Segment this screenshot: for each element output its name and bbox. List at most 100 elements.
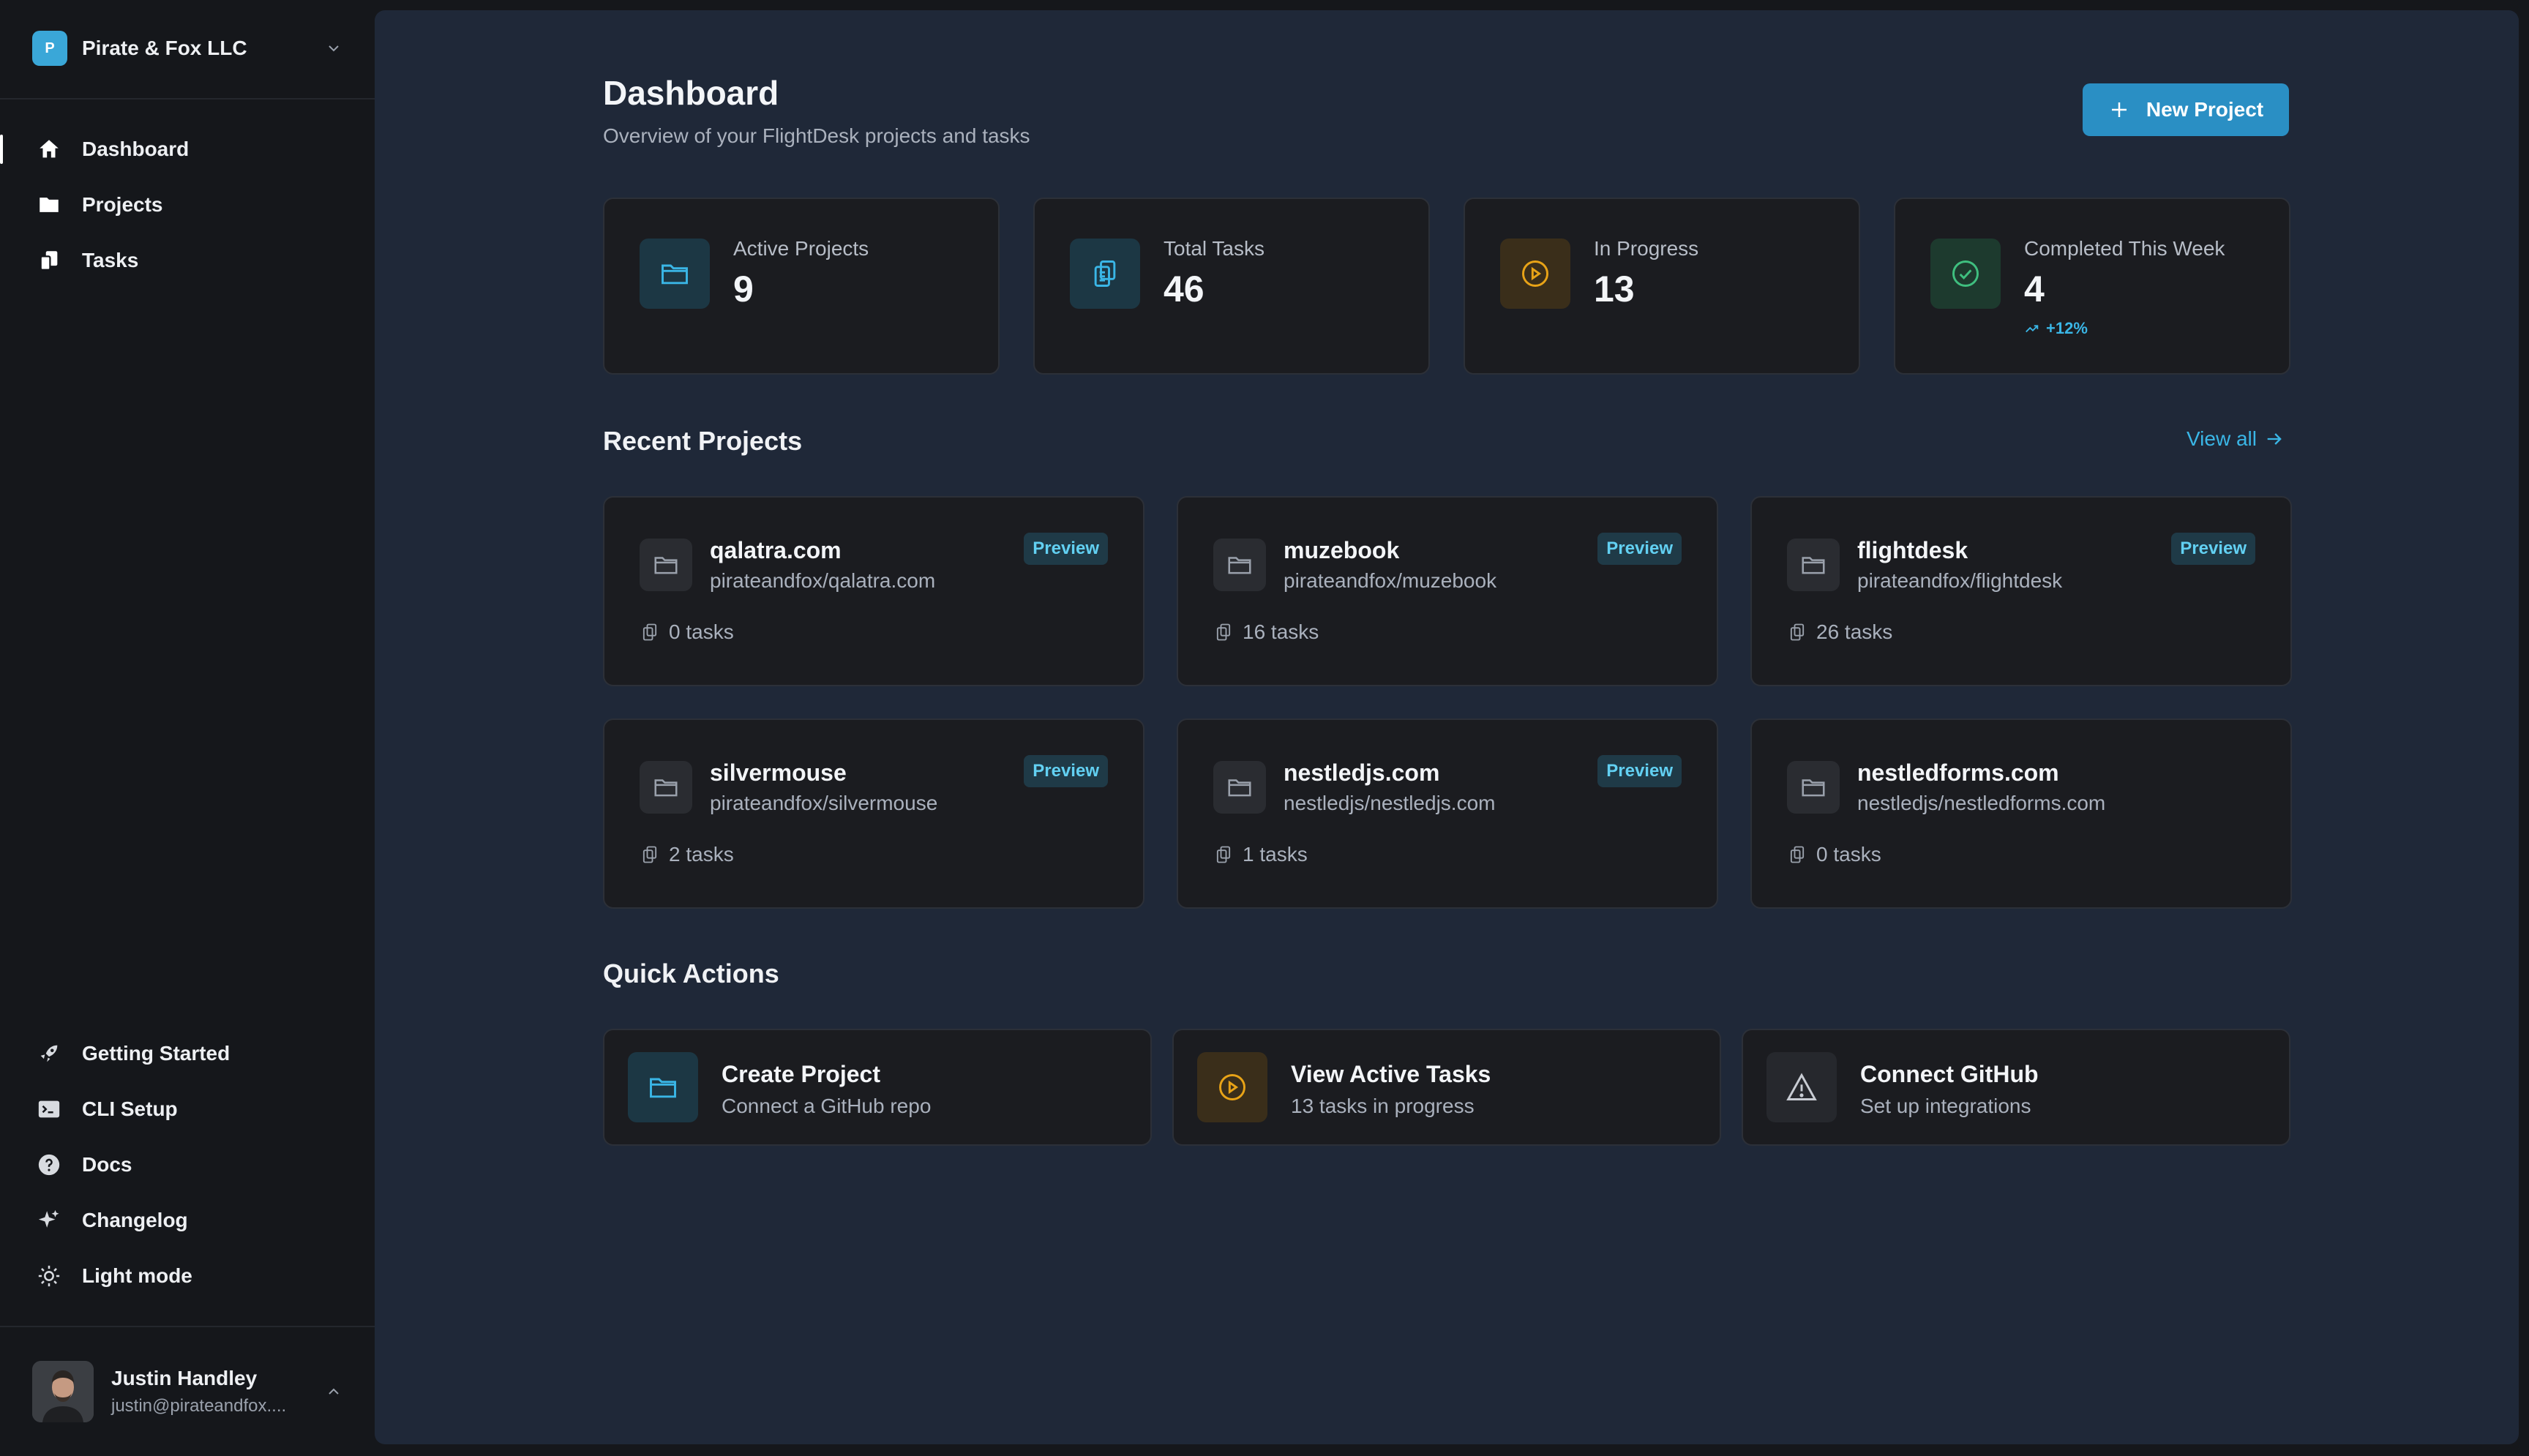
clipboard-icon [1216, 846, 1231, 863]
alert-triangle-icon [1766, 1052, 1837, 1122]
page-subtitle: Overview of your FlightDesk projects and… [603, 124, 1030, 147]
chevron-down-icon [329, 45, 339, 52]
recent-projects-title: Recent Projects [603, 426, 803, 456]
stat-card-total-tasks: Total Tasks 46 [1033, 198, 1430, 375]
stat-label: Active Projects [733, 237, 869, 260]
nav-item-light-mode[interactable]: Light mode [0, 1248, 375, 1304]
project-card-muzebook[interactable]: muzebook pirateandfox/muzebook Preview 1… [1177, 496, 1718, 686]
preview-badge: Preview [1024, 533, 1108, 565]
folder-icon [1213, 539, 1266, 591]
quick-action-title: View Active Tasks [1291, 1061, 1491, 1087]
quick-action-subtitle: 13 tasks in progress [1291, 1095, 1475, 1117]
sidebar-divider [0, 98, 375, 100]
nav-item-tasks[interactable]: Tasks [0, 233, 375, 288]
arrow-right-icon [2267, 433, 2282, 445]
nav-item-cli-setup[interactable]: CLI Setup [0, 1081, 375, 1137]
stat-card-in-progress: In Progress 13 [1464, 198, 1860, 375]
clipboard-icon [1070, 239, 1140, 309]
nav-item-changelog[interactable]: Changelog [0, 1193, 375, 1248]
project-name: flightdesk [1857, 537, 1968, 563]
play-circle-icon [1500, 239, 1570, 309]
user-email: justin@pirateandfox.... [111, 1396, 287, 1416]
secondary-nav: Getting Started CLI Setup Docs Changelog [0, 1026, 375, 1304]
quick-action-subtitle: Set up integrations [1860, 1095, 2031, 1117]
stat-card-completed-this-week: Completed This Week 4 +12% [1894, 198, 2290, 375]
check-circle-icon [1930, 239, 2001, 309]
nav-label: Getting Started [82, 1042, 231, 1065]
project-task-count: 2 tasks [640, 843, 734, 866]
tasks-icon [35, 247, 63, 274]
project-task-count: 0 tasks [1787, 843, 1881, 866]
stat-value: 13 [1594, 269, 1635, 309]
nav-item-getting-started[interactable]: Getting Started [0, 1026, 375, 1081]
user-menu[interactable]: Justin Handley justin@pirateandfox.... [32, 1359, 342, 1424]
project-repo: nestledjs/nestledforms.com [1857, 792, 2106, 814]
quick-action-create-project[interactable]: Create Project Connect a GitHub repo [603, 1029, 1152, 1146]
stat-trend-value: +12% [2046, 319, 2088, 337]
project-repo: pirateandfox/silvermouse [710, 792, 938, 814]
project-name: silvermouse [710, 759, 847, 786]
quick-action-subtitle: Connect a GitHub repo [722, 1095, 932, 1117]
new-project-label: New Project [2146, 98, 2264, 121]
app-window: P Pirate & Fox LLC Dashboard Projects Ta… [0, 0, 2529, 1456]
stat-card-active-projects: Active Projects 9 [603, 198, 1000, 375]
nav-label: Light mode [82, 1264, 192, 1287]
task-count-label: 0 tasks [669, 620, 734, 643]
trending-up-icon [2026, 325, 2039, 333]
org-name: Pirate & Fox LLC [82, 37, 247, 59]
project-repo: pirateandfox/flightdesk [1857, 569, 2063, 592]
folder-icon [35, 191, 63, 219]
terminal-icon [35, 1095, 63, 1123]
plus-icon [2111, 102, 2127, 117]
clipboard-icon [642, 623, 657, 641]
task-count-label: 26 tasks [1816, 620, 1893, 643]
stat-label: In Progress [1594, 237, 1699, 260]
stat-value: 4 [2024, 269, 2045, 309]
org-switcher[interactable]: P Pirate & Fox LLC [32, 31, 342, 66]
nav-label: Dashboard [82, 138, 190, 160]
quick-action-title: Connect GitHub [1860, 1061, 2039, 1087]
org-logo: P [32, 31, 67, 66]
project-card-qalatra[interactable]: qalatra.com pirateandfox/qalatra.com Pre… [603, 496, 1144, 686]
project-card-nestledforms[interactable]: nestledforms.com nestledjs/nestledforms.… [1750, 718, 2292, 909]
folder-icon [1787, 761, 1840, 814]
project-repo: pirateandfox/muzebook [1284, 569, 1497, 592]
sparkles-icon [35, 1207, 63, 1234]
clipboard-icon [1790, 846, 1805, 863]
view-all-link[interactable]: View all [2187, 427, 2285, 451]
chevron-up-icon [329, 1388, 339, 1395]
project-card-silvermouse[interactable]: silvermouse pirateandfox/silvermouse Pre… [603, 718, 1144, 909]
project-name: nestledjs.com [1284, 759, 1440, 786]
clipboard-icon [1216, 623, 1231, 641]
nav-item-docs[interactable]: Docs [0, 1137, 375, 1193]
stat-value: 46 [1164, 269, 1204, 309]
project-name: qalatra.com [710, 537, 842, 563]
nav-label: Docs [82, 1153, 132, 1176]
project-card-flightdesk[interactable]: flightdesk pirateandfox/flightdesk Previ… [1750, 496, 2292, 686]
project-task-count: 1 tasks [1213, 843, 1308, 866]
project-name: nestledforms.com [1857, 759, 2059, 786]
rocket-icon [35, 1040, 63, 1067]
task-count-label: 0 tasks [1816, 843, 1881, 866]
main-content: Dashboard Overview of your FlightDesk pr… [375, 10, 2519, 1444]
user-name: Justin Handley [111, 1367, 258, 1389]
nav-item-dashboard[interactable]: Dashboard [0, 121, 375, 177]
quick-action-view-active-tasks[interactable]: View Active Tasks 13 tasks in progress [1172, 1029, 1721, 1146]
folder-icon [1787, 539, 1840, 591]
nav-item-projects[interactable]: Projects [0, 177, 375, 233]
play-circle-icon [1197, 1052, 1267, 1122]
new-project-button[interactable]: New Project [2083, 83, 2289, 136]
stat-trend: +12% [2024, 319, 2088, 338]
quick-action-title: Create Project [722, 1061, 880, 1087]
project-repo: pirateandfox/qalatra.com [710, 569, 936, 592]
quick-action-connect-github[interactable]: Connect GitHub Set up integrations [1742, 1029, 2290, 1146]
avatar [32, 1361, 94, 1422]
stat-value: 9 [733, 269, 754, 309]
folder-icon [628, 1052, 698, 1122]
project-repo: nestledjs/nestledjs.com [1284, 792, 1496, 814]
stat-label: Completed This Week [2024, 237, 2225, 260]
project-card-nestledjs[interactable]: nestledjs.com nestledjs/nestledjs.com Pr… [1177, 718, 1718, 909]
preview-badge: Preview [1024, 755, 1108, 787]
stat-label: Total Tasks [1164, 237, 1264, 260]
quick-actions-title: Quick Actions [603, 958, 779, 988]
